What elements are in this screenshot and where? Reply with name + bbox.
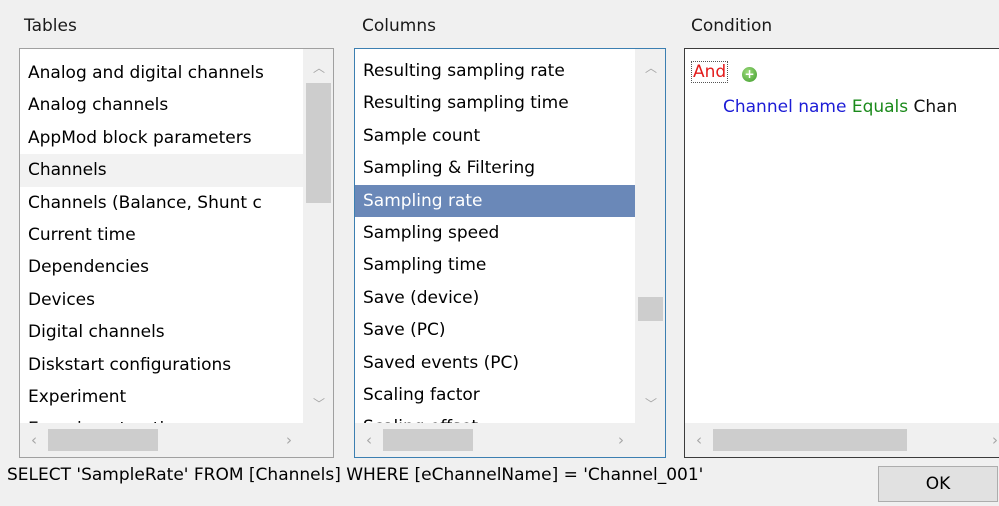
condition-hscroll-thumb[interactable]: [713, 429, 907, 451]
list-item[interactable]: Diskstart configurations: [20, 349, 303, 381]
scroll-corner: [303, 423, 333, 457]
condition-header: Condition: [691, 16, 773, 36]
add-condition-icon[interactable]: +: [742, 67, 757, 82]
columns-list[interactable]: Resulting sampling rate Resulting samplin…: [355, 55, 635, 457]
tables-vscroll-thumb[interactable]: [306, 83, 331, 203]
ok-button[interactable]: OK: [878, 466, 998, 502]
scroll-corner: [635, 423, 665, 457]
condition-value[interactable]: Chan: [914, 97, 958, 117]
condition-row[interactable]: Channel name Equals Chan: [723, 97, 957, 117]
list-item[interactable]: Save (PC): [355, 314, 635, 346]
condition-field[interactable]: Channel name: [723, 97, 846, 117]
columns-header: Columns: [362, 16, 436, 36]
list-item[interactable]: Current time: [20, 219, 303, 251]
condition-comparison[interactable]: Equals: [852, 97, 908, 117]
list-item[interactable]: Analog channels: [20, 89, 303, 121]
scroll-right-icon[interactable]: ›: [981, 423, 999, 457]
condition-tree[interactable]: And + Channel name Equals Chan: [685, 49, 999, 423]
list-item[interactable]: Resulting sampling time: [355, 87, 635, 119]
tables-horizontal-scrollbar[interactable]: ‹ ›: [20, 423, 333, 457]
and-operator[interactable]: And: [691, 61, 729, 83]
list-item[interactable]: Sampling rate: [355, 184, 635, 217]
columns-horizontal-scrollbar[interactable]: ‹ ›: [355, 423, 665, 457]
list-item[interactable]: Channels (Balance, Shunt c: [20, 187, 303, 219]
list-item[interactable]: Save (device): [355, 282, 635, 314]
list-item[interactable]: Digital channels: [20, 316, 303, 348]
tables-hscroll-thumb[interactable]: [48, 429, 158, 451]
list-item[interactable]: Sampling time: [355, 249, 635, 281]
condition-horizontal-scrollbar[interactable]: ‹ ›: [685, 423, 999, 457]
list-item[interactable]: Sampling speed: [355, 217, 635, 249]
list-item[interactable]: Experiment: [20, 381, 303, 413]
columns-vertical-scrollbar[interactable]: ︿ ﹀: [635, 49, 665, 423]
list-item[interactable]: Saved events (PC): [355, 347, 635, 379]
scroll-down-icon[interactable]: ﹀: [304, 391, 333, 417]
scroll-left-icon[interactable]: ‹: [20, 423, 48, 457]
list-item[interactable]: Sampling & Filtering: [355, 152, 635, 184]
columns-listbox[interactable]: Resulting sampling rate Resulting samplin…: [354, 48, 666, 458]
scroll-right-icon[interactable]: ›: [607, 423, 635, 457]
list-item[interactable]: Channels: [20, 154, 303, 187]
columns-vscroll-thumb[interactable]: [638, 297, 663, 321]
scroll-left-icon[interactable]: ‹: [355, 423, 383, 457]
scroll-down-icon[interactable]: ﹀: [636, 391, 665, 417]
list-item[interactable]: Sample count: [355, 120, 635, 152]
condition-editor[interactable]: And + Channel name Equals Chan ‹ ›: [684, 48, 999, 458]
tables-list[interactable]: Analog and digital channels Analog channe…: [20, 57, 303, 457]
list-item[interactable]: Resulting sampling rate: [355, 55, 635, 87]
scroll-left-icon[interactable]: ‹: [685, 423, 713, 457]
tables-listbox[interactable]: Analog and digital channels Analog channe…: [19, 48, 334, 458]
columns-hscroll-thumb[interactable]: [383, 429, 473, 451]
tables-header: Tables: [24, 16, 77, 36]
list-item[interactable]: Dependencies: [20, 251, 303, 283]
tables-vertical-scrollbar[interactable]: ︿ ﹀: [303, 49, 333, 423]
list-item[interactable]: Analog and digital channels: [20, 57, 303, 89]
list-item[interactable]: AppMod block parameters: [20, 122, 303, 154]
sql-query-text: SELECT 'SampleRate' FROM [Channels] WHER…: [7, 465, 704, 485]
scroll-right-icon[interactable]: ›: [275, 423, 303, 457]
scroll-up-icon[interactable]: ︿: [304, 55, 333, 81]
scroll-up-icon[interactable]: ︿: [636, 55, 665, 81]
list-item[interactable]: Devices: [20, 284, 303, 316]
list-item[interactable]: Scaling factor: [355, 379, 635, 411]
